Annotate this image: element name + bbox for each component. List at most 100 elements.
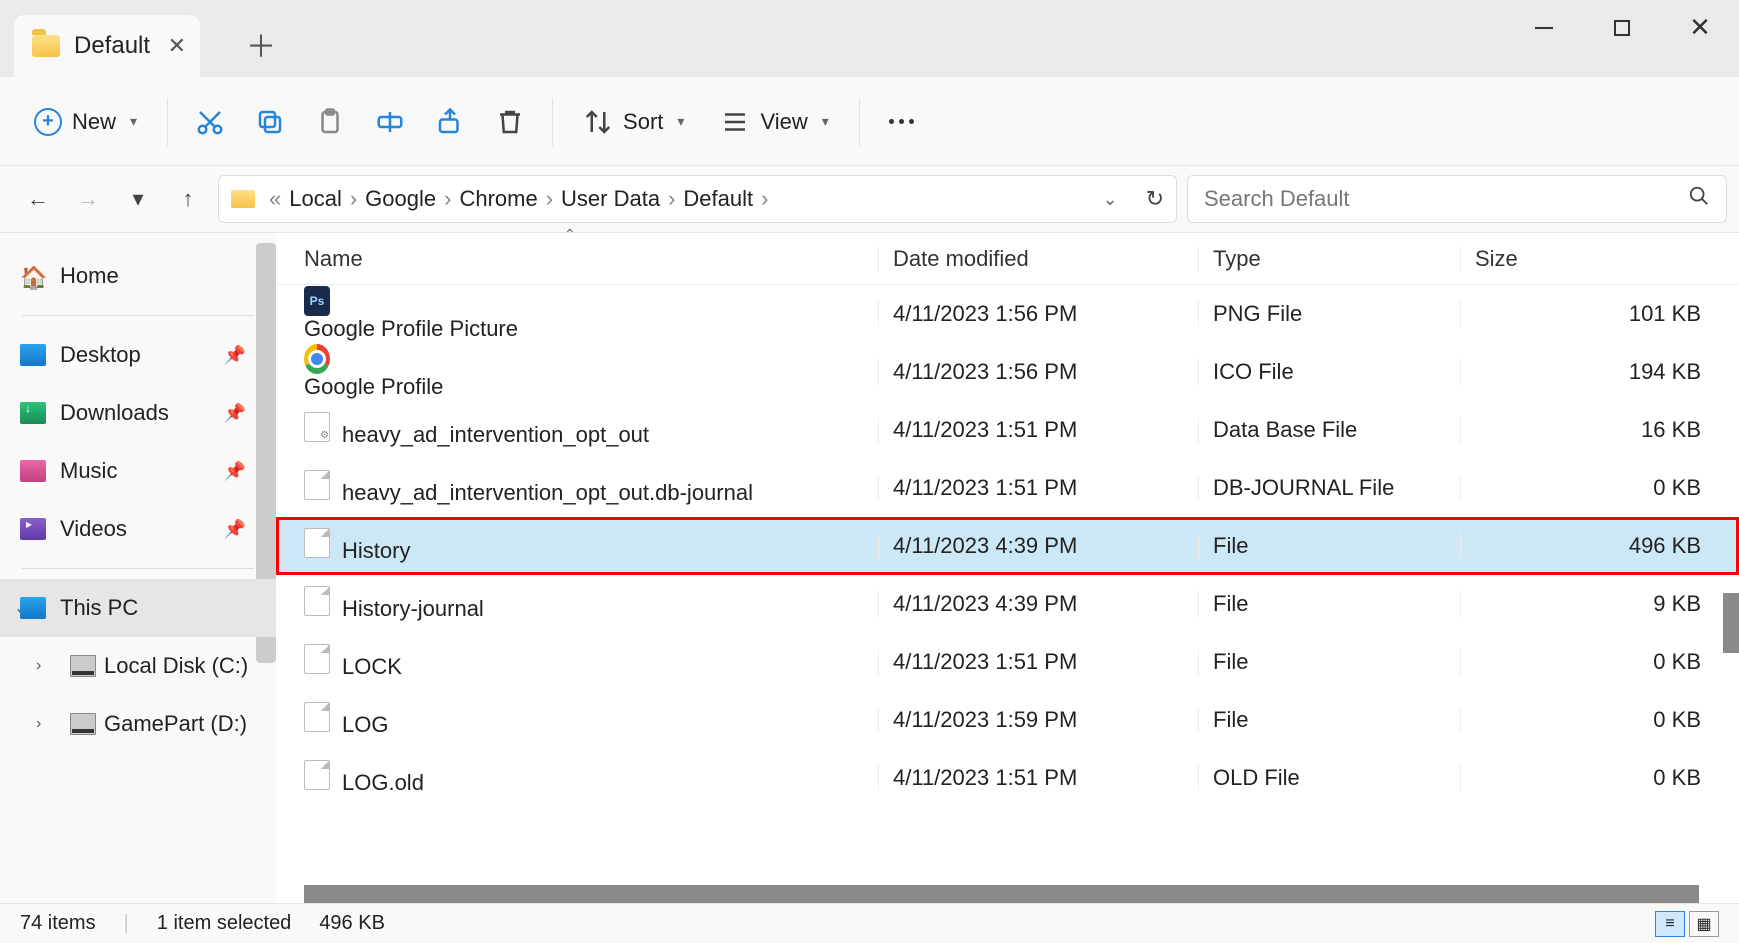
- breadcrumb-local[interactable]: Local: [289, 186, 342, 212]
- vertical-scrollbar[interactable]: [1723, 593, 1739, 653]
- search-box[interactable]: Search Default: [1187, 175, 1727, 223]
- address-bar[interactable]: « Local › Google › Chrome › User Data › …: [218, 175, 1177, 223]
- titlebar: Default ✕ ＋ ✕: [0, 0, 1739, 78]
- sidebar-desktop[interactable]: Desktop 📌: [0, 326, 276, 384]
- more-button[interactable]: [874, 94, 930, 150]
- breadcrumb-google[interactable]: Google: [365, 186, 436, 212]
- file-name-cell: History: [304, 528, 878, 564]
- rename-button[interactable]: [362, 94, 418, 150]
- file-name-cell: LOG: [304, 702, 878, 738]
- window-tab[interactable]: Default ✕: [14, 15, 200, 77]
- sidebar-music[interactable]: Music 📌: [0, 442, 276, 500]
- file-row[interactable]: heavy_ad_intervention_opt_out4/11/2023 1…: [276, 401, 1739, 459]
- column-size-label: Size: [1475, 246, 1518, 271]
- column-type-header[interactable]: Type: [1198, 246, 1460, 272]
- view-icon: [720, 107, 750, 137]
- new-button[interactable]: + New ▾: [18, 94, 153, 150]
- up-button[interactable]: ↑: [168, 179, 208, 219]
- pc-icon: [20, 597, 46, 619]
- chevron-right-icon[interactable]: ›: [36, 715, 41, 733]
- sidebar-downloads[interactable]: Downloads 📌: [0, 384, 276, 442]
- cut-button[interactable]: [182, 94, 238, 150]
- breadcrumb-userdata[interactable]: User Data: [561, 186, 660, 212]
- file-type-cell: File: [1198, 649, 1460, 675]
- sidebar-home[interactable]: Home: [0, 247, 276, 305]
- file-size-cell: 9 KB: [1460, 591, 1739, 617]
- view-label: View: [760, 109, 807, 135]
- file-type-cell: Data Base File: [1198, 417, 1460, 443]
- forward-button[interactable]: →: [68, 179, 108, 219]
- details-view-button[interactable]: ≡: [1655, 911, 1685, 937]
- ps-file-icon: Ps: [304, 286, 330, 316]
- tiles-view-button[interactable]: ▦: [1689, 911, 1719, 937]
- file-name-cell: LOCK: [304, 644, 878, 680]
- file-name-cell: History-journal: [304, 586, 878, 622]
- sidebar-local-disk[interactable]: › Local Disk (C:): [0, 637, 276, 695]
- sort-button[interactable]: Sort ▾: [567, 94, 700, 150]
- sidebar-music-label: Music: [60, 458, 117, 484]
- copy-button[interactable]: [242, 94, 298, 150]
- back-button[interactable]: ←: [18, 179, 58, 219]
- sidebar-this-pc-label: This PC: [60, 595, 138, 621]
- blank-file-icon: [304, 644, 330, 674]
- pin-icon: 📌: [224, 461, 246, 482]
- blank-file-icon: [304, 586, 330, 616]
- search-placeholder: Search Default: [1204, 186, 1350, 212]
- file-name-cell: heavy_ad_intervention_opt_out.db-journal: [304, 470, 878, 506]
- chevron-right-icon: ›: [668, 186, 675, 212]
- file-row[interactable]: PsGoogle Profile Picture4/11/2023 1:56 P…: [276, 285, 1739, 343]
- file-row[interactable]: LOG.old4/11/2023 1:51 PMOLD File0 KB: [276, 749, 1739, 807]
- column-name-header[interactable]: Name ⌃: [304, 246, 878, 272]
- column-headers: Name ⌃ Date modified Type Size: [276, 233, 1739, 285]
- sidebar-videos[interactable]: Videos 📌: [0, 500, 276, 558]
- close-window-button[interactable]: ✕: [1661, 0, 1739, 55]
- chevron-right-icon: ›: [546, 186, 553, 212]
- paste-button[interactable]: [302, 94, 358, 150]
- history-dropdown-button[interactable]: ▾: [118, 179, 158, 219]
- folder-icon: [32, 35, 60, 57]
- search-icon: [1688, 185, 1710, 213]
- tab-title: Default: [74, 32, 150, 60]
- sort-icon: [583, 107, 613, 137]
- maximize-button[interactable]: [1583, 0, 1661, 55]
- pin-icon: 📌: [224, 519, 246, 540]
- chevron-down-icon: ▾: [130, 113, 137, 130]
- share-icon: [435, 107, 465, 137]
- column-date-header[interactable]: Date modified: [878, 246, 1198, 272]
- file-date-cell: 4/11/2023 1:51 PM: [878, 649, 1198, 675]
- file-row[interactable]: History4/11/2023 4:39 PMFile496 KB: [276, 517, 1739, 575]
- horizontal-scrollbar[interactable]: [304, 885, 1699, 903]
- view-button[interactable]: View ▾: [704, 94, 844, 150]
- recent-locations-button[interactable]: ⌄: [1102, 189, 1117, 210]
- share-button[interactable]: [422, 94, 478, 150]
- status-total-items: 74 items: [20, 912, 96, 935]
- blank-file-icon: [304, 760, 330, 790]
- file-row[interactable]: LOCK4/11/2023 1:51 PMFile0 KB: [276, 633, 1739, 691]
- column-size-header[interactable]: Size: [1460, 246, 1739, 272]
- blank-file-icon: [304, 702, 330, 732]
- refresh-button[interactable]: ↻: [1146, 186, 1164, 212]
- file-row[interactable]: LOG4/11/2023 1:59 PMFile0 KB: [276, 691, 1739, 749]
- toolbar: + New ▾ Sort ▾: [0, 78, 1739, 166]
- delete-button[interactable]: [482, 94, 538, 150]
- chevron-right-icon: ›: [761, 186, 768, 212]
- column-name-label: Name: [304, 246, 363, 271]
- file-row[interactable]: heavy_ad_intervention_opt_out.db-journal…: [276, 459, 1739, 517]
- view-mode-toggle: ≡ ▦: [1655, 911, 1719, 937]
- sidebar-this-pc[interactable]: ⌄ This PC: [0, 579, 276, 637]
- file-row[interactable]: Google Profile4/11/2023 1:56 PMICO File1…: [276, 343, 1739, 401]
- file-list: Name ⌃ Date modified Type Size PsGoogle …: [276, 233, 1739, 903]
- breadcrumb-default[interactable]: Default: [683, 186, 753, 212]
- new-tab-button[interactable]: ＋: [240, 23, 282, 65]
- window-controls: ✕: [1505, 0, 1739, 55]
- chevron-right-icon[interactable]: ›: [36, 657, 41, 675]
- sidebar-local-disk-label: Local Disk (C:): [104, 653, 248, 679]
- breadcrumb-chrome[interactable]: Chrome: [459, 186, 537, 212]
- copy-icon: [255, 107, 285, 137]
- file-date-cell: 4/11/2023 4:39 PM: [878, 533, 1198, 559]
- sidebar-gamepart[interactable]: › GamePart (D:): [0, 695, 276, 753]
- close-tab-button[interactable]: ✕: [168, 33, 186, 59]
- minimize-button[interactable]: [1505, 0, 1583, 55]
- file-row[interactable]: History-journal4/11/2023 4:39 PMFile9 KB: [276, 575, 1739, 633]
- file-size-cell: 496 KB: [1460, 533, 1739, 559]
